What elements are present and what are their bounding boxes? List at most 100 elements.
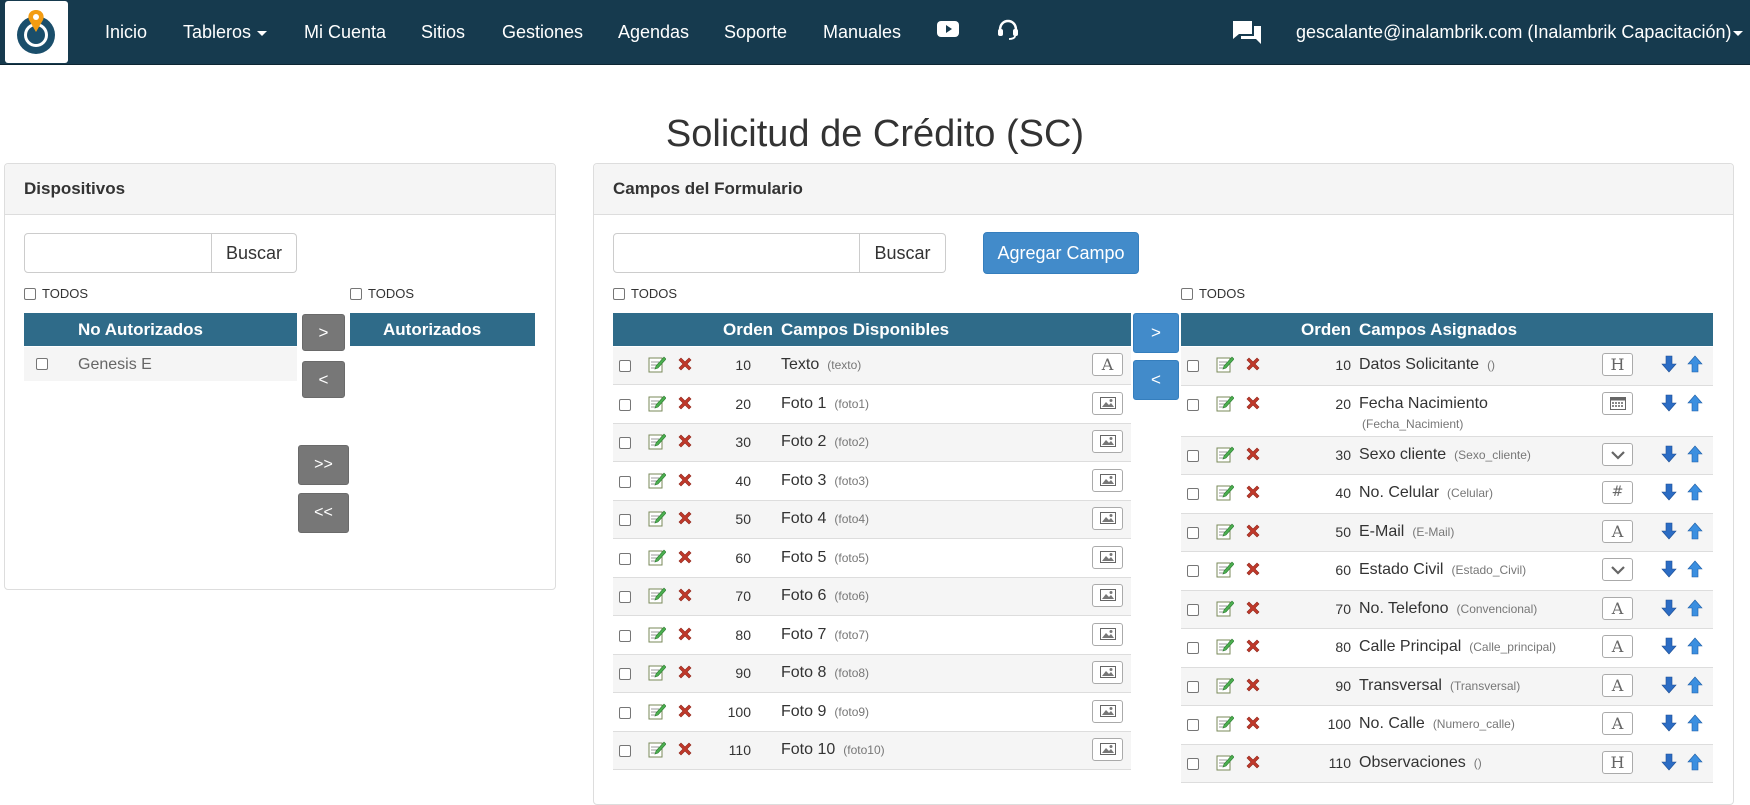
devices-search-input[interactable] — [24, 233, 212, 273]
edit-icon[interactable] — [648, 625, 667, 648]
move-up-icon[interactable] — [1687, 714, 1703, 737]
device-row[interactable]: Genesis E — [24, 347, 297, 381]
available-field-row[interactable]: 60 Foto 5 (foto5) — [613, 540, 1131, 578]
available-field-row[interactable]: 100 Foto 9 (foto9) — [613, 694, 1131, 732]
checkbox[interactable] — [613, 287, 625, 300]
available-field-row[interactable]: 10 Texto (texto) A — [613, 347, 1131, 385]
available-field-row[interactable]: 40 Foto 3 (foto3) — [613, 463, 1131, 501]
assigned-field-row[interactable]: 50 E-Mail (E-Mail) A — [1181, 513, 1713, 552]
delete-icon[interactable] — [1245, 677, 1261, 698]
available-field-row[interactable]: 50 Foto 4 (foto4) — [613, 501, 1131, 539]
delete-icon[interactable] — [1245, 395, 1261, 416]
edit-icon[interactable] — [1216, 445, 1235, 468]
delete-icon[interactable] — [677, 472, 693, 493]
assigned-field-row[interactable]: 40 No. Celular (Celular) # — [1181, 475, 1713, 514]
edit-icon[interactable] — [1216, 483, 1235, 506]
row-checkbox[interactable] — [1187, 642, 1199, 654]
available-field-row[interactable]: 30 Foto 2 (foto2) — [613, 424, 1131, 462]
assigned-field-row[interactable]: 90 Transversal (Transversal) A — [1181, 667, 1713, 706]
move-up-icon[interactable] — [1687, 599, 1703, 622]
move-down-icon[interactable] — [1661, 637, 1677, 660]
row-checkbox[interactable] — [1187, 603, 1199, 616]
checkbox[interactable] — [1181, 287, 1193, 300]
move-right-button[interactable]: > — [302, 314, 345, 351]
devices-todos-right[interactable]: TODOS — [350, 286, 414, 302]
move-up-icon[interactable] — [1687, 445, 1703, 468]
edit-icon[interactable] — [648, 740, 667, 763]
row-checkbox[interactable] — [619, 591, 631, 603]
delete-icon[interactable] — [1245, 715, 1261, 736]
row-checkbox[interactable] — [1187, 526, 1199, 539]
move-up-icon[interactable] — [1687, 394, 1703, 417]
move-up-icon[interactable] — [1687, 676, 1703, 699]
move-down-icon[interactable] — [1661, 714, 1677, 737]
edit-icon[interactable] — [1216, 394, 1235, 417]
nav-mi-cuenta[interactable]: Mi Cuenta — [304, 20, 386, 44]
add-field-button[interactable]: Agregar Campo — [983, 232, 1139, 274]
move-down-icon[interactable] — [1661, 355, 1677, 378]
move-down-icon[interactable] — [1661, 522, 1677, 545]
nav-tableros[interactable]: Tableros — [183, 20, 268, 44]
available-field-row[interactable]: 80 Foto 7 (foto7) — [613, 617, 1131, 655]
move-up-icon[interactable] — [1687, 637, 1703, 660]
fields-search-button[interactable]: Buscar — [860, 233, 946, 273]
move-up-icon[interactable] — [1687, 560, 1703, 583]
delete-icon[interactable] — [1245, 484, 1261, 505]
edit-icon[interactable] — [1216, 599, 1235, 622]
delete-icon[interactable] — [677, 664, 693, 685]
unassign-field-button[interactable]: < — [1133, 360, 1179, 400]
assigned-field-row[interactable]: 20 Fecha Nacimiento (Fecha_Nacimient) — [1181, 386, 1713, 437]
row-checkbox[interactable] — [619, 706, 631, 719]
youtube-icon[interactable] — [937, 20, 959, 43]
assigned-field-row[interactable]: 30 Sexo cliente (Sexo_cliente) — [1181, 436, 1713, 475]
assigned-field-row[interactable]: 60 Estado Civil (Estado_Civil) — [1181, 552, 1713, 591]
edit-icon[interactable] — [1216, 355, 1235, 378]
edit-icon[interactable] — [648, 509, 667, 532]
edit-icon[interactable] — [648, 702, 667, 725]
row-checkbox[interactable] — [1187, 449, 1199, 462]
nav-sitios[interactable]: Sitios — [421, 20, 465, 44]
available-field-row[interactable]: 110 Foto 10 (foto10) — [613, 732, 1131, 770]
nav-gestiones[interactable]: Gestiones — [502, 20, 583, 44]
edit-icon[interactable] — [1216, 753, 1235, 776]
delete-icon[interactable] — [677, 433, 693, 454]
checkbox[interactable] — [24, 287, 36, 300]
row-checkbox[interactable] — [619, 475, 631, 488]
row-checkbox[interactable] — [1187, 757, 1199, 770]
move-down-icon[interactable] — [1661, 753, 1677, 776]
move-down-icon[interactable] — [1661, 599, 1677, 622]
available-field-row[interactable]: 90 Foto 8 (foto8) — [613, 655, 1131, 693]
row-checkbox[interactable] — [619, 360, 631, 372]
move-down-icon[interactable] — [1661, 445, 1677, 468]
delete-icon[interactable] — [677, 741, 693, 762]
delete-icon[interactable] — [1245, 638, 1261, 659]
move-down-icon[interactable] — [1661, 676, 1677, 699]
assign-field-button[interactable]: > — [1133, 313, 1179, 353]
row-checkbox[interactable] — [619, 437, 631, 449]
nav-inicio[interactable]: Inicio — [105, 20, 147, 44]
delete-icon[interactable] — [1245, 523, 1261, 544]
edit-icon[interactable] — [1216, 714, 1235, 737]
row-checkbox[interactable] — [1187, 398, 1199, 411]
edit-icon[interactable] — [648, 548, 667, 571]
assigned-field-row[interactable]: 70 No. Telefono (Convencional) A — [1181, 590, 1713, 629]
devices-todos-left[interactable]: TODOS — [24, 286, 88, 302]
delete-icon[interactable] — [1245, 561, 1261, 582]
move-all-left-button[interactable]: << — [298, 493, 349, 533]
move-up-icon[interactable] — [1687, 483, 1703, 506]
delete-icon[interactable] — [1245, 446, 1261, 467]
row-checkbox[interactable] — [619, 398, 631, 411]
edit-icon[interactable] — [648, 586, 667, 609]
available-field-row[interactable]: 70 Foto 6 (foto6) — [613, 578, 1131, 616]
available-field-row[interactable]: 20 Foto 1 (foto1) — [613, 386, 1131, 424]
nav-manuales[interactable]: Manuales — [823, 20, 901, 44]
row-checkbox[interactable] — [1187, 680, 1199, 693]
row-checkbox[interactable] — [619, 668, 631, 680]
nav-agendas[interactable]: Agendas — [618, 20, 689, 44]
chat-icon[interactable] — [1232, 20, 1262, 51]
row-checkbox[interactable] — [1187, 360, 1199, 372]
row-checkbox[interactable] — [619, 514, 631, 526]
assigned-field-row[interactable]: 10 Datos Solicitante () H — [1181, 347, 1713, 386]
edit-icon[interactable] — [1216, 560, 1235, 583]
assigned-field-row[interactable]: 80 Calle Principal (Calle_principal) A — [1181, 629, 1713, 668]
